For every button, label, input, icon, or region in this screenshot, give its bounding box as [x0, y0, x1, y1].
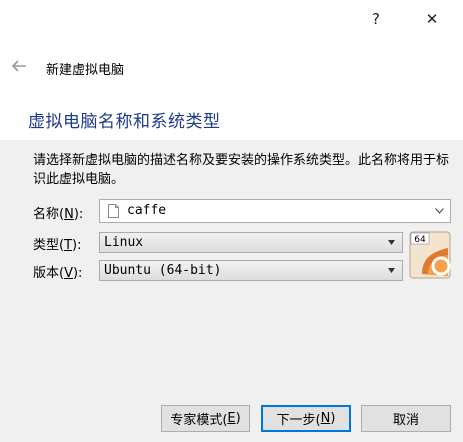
version-select[interactable]: Ubuntu (64-bit) [99, 260, 403, 281]
type-label: 类型(T): [33, 238, 82, 253]
dropdown-arrow-icon [388, 268, 395, 273]
description-text: 请选择新虚拟电脑的描述名称及要安装的操作系统类型。此名称将用于标识此虚拟电脑。 [33, 153, 450, 187]
question-mark-icon: ? [372, 10, 380, 28]
wizard-title: 新建虚拟电脑 [46, 63, 125, 78]
close-button[interactable]: ✕ [414, 0, 450, 38]
wizard-header: 新建虚拟电脑 [0, 56, 463, 80]
back-arrow-icon[interactable] [10, 57, 28, 75]
name-combobox[interactable]: caffe [99, 199, 451, 223]
dropdown-arrow-icon [388, 240, 395, 245]
type-value: Linux [104, 235, 144, 250]
version-value: Ubuntu (64-bit) [104, 263, 222, 278]
section-heading: 虚拟电脑名称和系统类型 [28, 112, 221, 132]
type-select[interactable]: Linux [99, 232, 403, 253]
name-input[interactable]: caffe [127, 203, 166, 218]
next-button[interactable]: 下一步(N) [261, 405, 351, 432]
title-bar: ? ✕ [0, 0, 463, 38]
cancel-button[interactable]: 取消 [361, 405, 451, 432]
name-label: 名称(N): [33, 207, 84, 222]
expert-mode-button[interactable]: 专家模式(E) [161, 405, 250, 432]
version-label: 版本(V): [33, 266, 83, 281]
chevron-down-icon[interactable] [435, 208, 444, 214]
file-icon [108, 204, 119, 218]
os-bitness-badge: 64 [414, 235, 426, 245]
ubuntu-64-os-icon: 64 [409, 231, 451, 279]
close-icon: ✕ [425, 10, 439, 28]
help-button[interactable]: ? [358, 0, 394, 38]
